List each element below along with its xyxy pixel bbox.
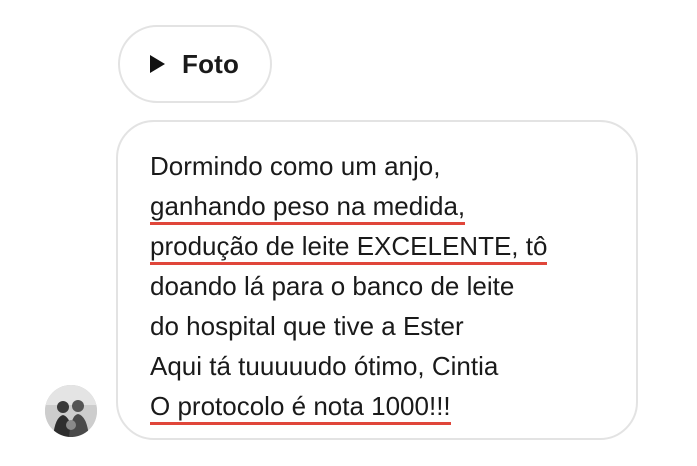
message-line: O protocolo é nota 1000!!! [150, 386, 636, 426]
message-line: Aqui tá tuuuuudo ótimo, Cintia [150, 351, 499, 381]
message-line: Dormindo como um anjo, [150, 151, 441, 181]
avatar[interactable] [45, 385, 97, 437]
message-line: produção de leite EXCELENTE, tô [150, 226, 636, 266]
message-line: ganhando peso na medida, [150, 186, 636, 226]
avatar-photo-icon [45, 385, 97, 437]
message-bubble: Dormindo como um anjo, ganhando peso na … [116, 120, 638, 440]
play-icon [150, 55, 165, 73]
photo-attachment-button[interactable]: Foto [118, 25, 272, 103]
message-line: doando lá para o banco de leite [150, 271, 515, 301]
photo-label: Foto [182, 48, 240, 79]
message-line: do hospital que tive a Ester [150, 311, 464, 341]
